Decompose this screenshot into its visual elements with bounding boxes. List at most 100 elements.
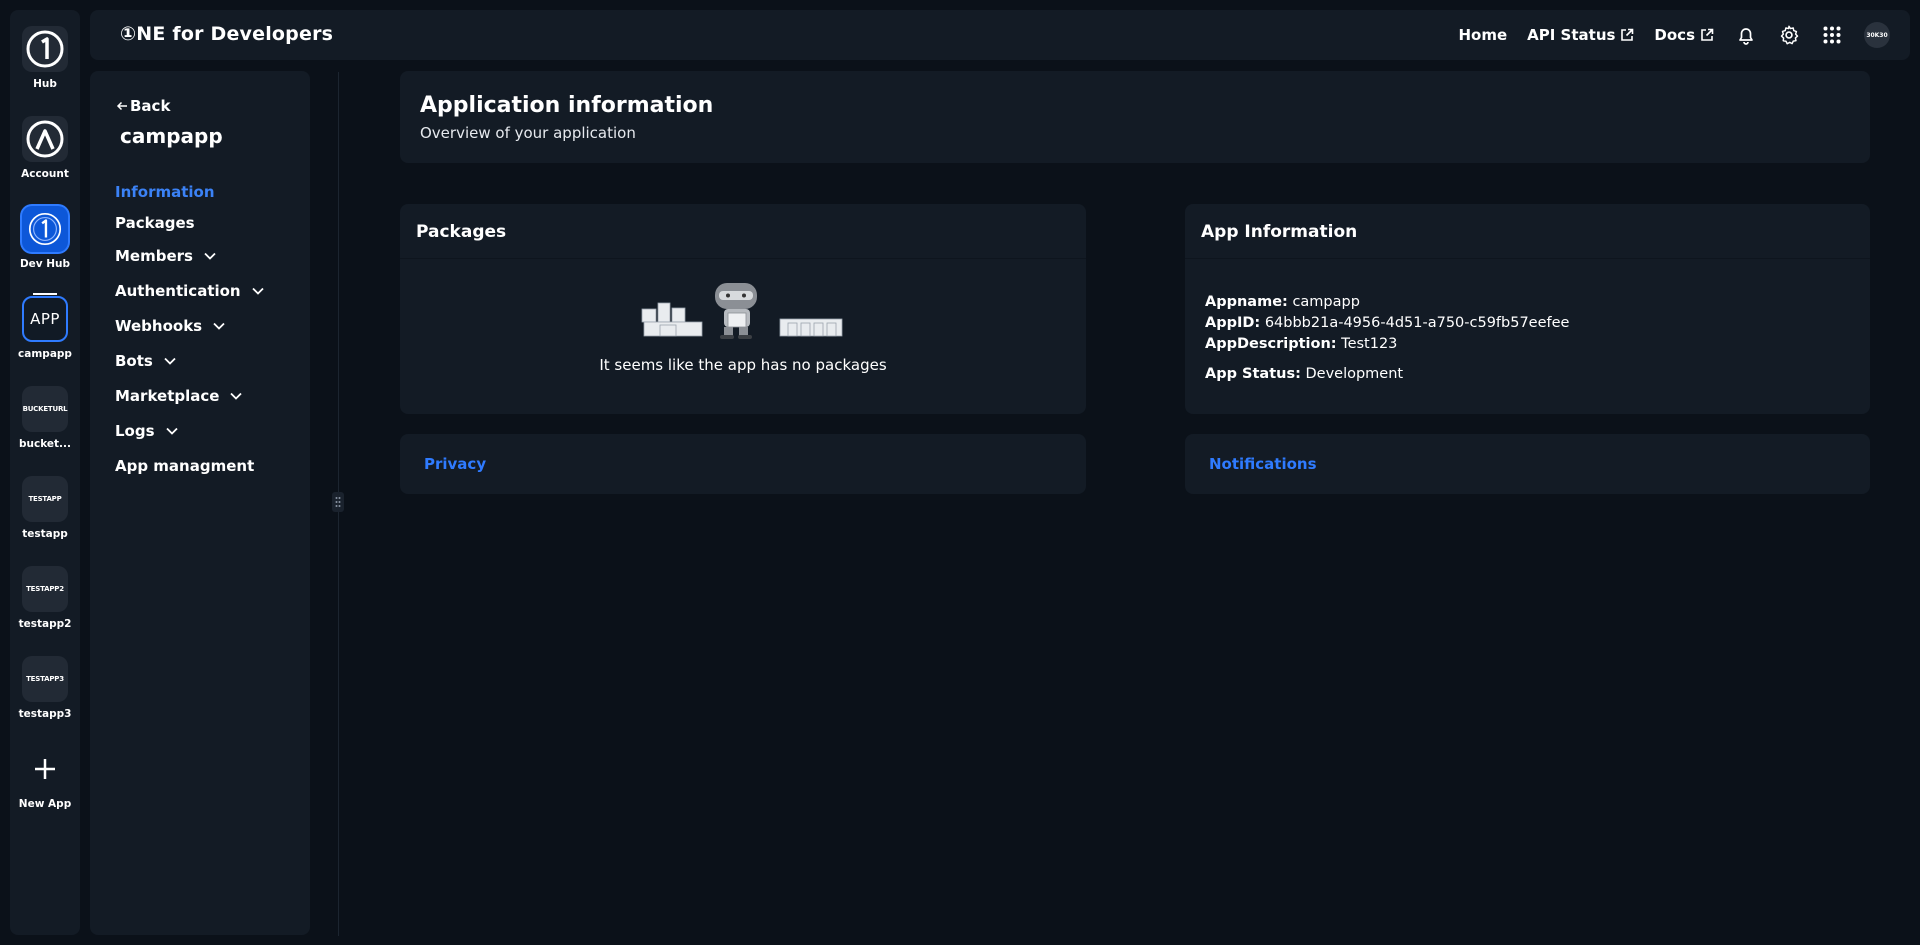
notifications-link[interactable]: Notifications	[1209, 455, 1317, 473]
menu-item-label: App managment	[115, 456, 255, 475]
nav-api-status-link[interactable]: API Status	[1527, 26, 1634, 44]
bell-icon[interactable]	[1736, 25, 1756, 45]
app-rail: Hub Account Dev Hub APP campapp BUCKETUR…	[10, 10, 80, 935]
empty-state-text: It seems like the app has no packages	[599, 356, 887, 374]
rail-label: campapp	[18, 348, 72, 360]
privacy-link[interactable]: Privacy	[424, 455, 486, 473]
empty-packages-illustration	[641, 283, 843, 339]
app-tile: TESTAPP2	[22, 566, 68, 612]
apps-grid-icon[interactable]	[1822, 25, 1842, 45]
appname-row: Appname: campapp	[1205, 292, 1569, 313]
description-value: Test123	[1341, 336, 1398, 352]
app-side-menu: Back campapp Information Packages Member…	[90, 71, 310, 935]
top-bar: ①NE for Developers Home API Status Docs …	[90, 10, 1910, 60]
menu-item-bots[interactable]: Bots	[115, 343, 265, 378]
app-title: campapp	[120, 124, 223, 148]
app-tile: BUCKETURL	[22, 386, 68, 432]
rail-item-hub[interactable]: Hub	[10, 26, 80, 90]
rail-label: Account	[21, 168, 69, 180]
chevron-down-icon	[164, 357, 176, 365]
arrow-left-icon	[116, 101, 127, 111]
status-label: App Status:	[1205, 366, 1301, 382]
rail-item-testapp2[interactable]: TESTAPP2 testapp2	[10, 566, 80, 630]
menu-item-information[interactable]: Information	[115, 176, 265, 207]
privacy-card: Privacy	[400, 434, 1086, 494]
avatar[interactable]: 30K30	[1864, 22, 1890, 48]
rail-label: New App	[18, 798, 72, 810]
rail-item-bucketurl[interactable]: BUCKETURL bucket...	[10, 386, 80, 450]
resize-handle[interactable]	[332, 492, 344, 512]
appid-label: AppID:	[1205, 315, 1261, 331]
menu-item-webhooks[interactable]: Webhooks	[115, 308, 265, 343]
rail-label: Hub	[33, 78, 57, 90]
chevron-down-icon	[204, 252, 216, 260]
nav-home-link[interactable]: Home	[1458, 26, 1507, 44]
chevron-down-icon	[165, 427, 178, 435]
app-tile: APP	[22, 296, 68, 342]
plus-icon	[22, 746, 68, 792]
card-header: App Information	[1185, 204, 1870, 259]
nav-home-label: Home	[1458, 26, 1508, 44]
rail-item-new-app[interactable]: New App	[10, 746, 80, 810]
rail-item-testapp[interactable]: TESTAPP testapp	[10, 476, 80, 540]
packages-title: Packages	[416, 222, 507, 242]
hub-logo-icon	[22, 26, 68, 72]
nav-docs-link[interactable]: Docs	[1654, 26, 1714, 44]
menu-item-label: Packages	[115, 213, 195, 232]
drag-dots-icon	[335, 497, 341, 507]
rail-label: Dev Hub	[19, 258, 71, 270]
gear-icon[interactable]	[1778, 24, 1800, 46]
side-menu-list: Information Packages Members Authenticat…	[115, 176, 265, 483]
menu-item-members[interactable]: Members	[115, 238, 265, 273]
back-label: Back	[130, 97, 171, 115]
rail-item-dev-hub[interactable]: Dev Hub	[10, 206, 80, 270]
top-nav: Home API Status Docs 30K30	[1438, 10, 1890, 60]
menu-item-logs[interactable]: Logs	[115, 413, 265, 448]
back-link[interactable]: Back	[116, 97, 170, 115]
account-logo-icon	[22, 116, 68, 162]
rail-label: testapp2	[18, 618, 72, 630]
card-header: Packages	[400, 204, 1086, 259]
menu-item-app-management[interactable]: App managment	[115, 448, 265, 483]
appid-row: AppID: 64bbb21a-4956-4d51-a750-c59fb57ee…	[1205, 313, 1569, 334]
notifications-card: Notifications	[1185, 434, 1870, 494]
app-info-details: Appname: campapp AppID: 64bbb21a-4956-4d…	[1205, 292, 1569, 385]
rail-label: testapp3	[18, 708, 72, 720]
app-information-card: App Information Appname: campapp AppID: …	[1185, 204, 1870, 414]
status-row: App Status: Development	[1205, 364, 1569, 385]
menu-item-label: Members	[115, 246, 193, 265]
rail-label: bucket...	[18, 438, 72, 450]
rail-label: testapp	[22, 528, 68, 540]
app-tile: TESTAPP3	[22, 656, 68, 702]
rail-item-campapp[interactable]: APP campapp	[10, 296, 80, 360]
app-information-title: App Information	[1201, 222, 1358, 242]
app-tile: TESTAPP	[22, 476, 68, 522]
rail-item-testapp3[interactable]: TESTAPP3 testapp3	[10, 656, 80, 720]
description-row: AppDescription: Test123	[1205, 334, 1569, 355]
page-subtitle: Overview of your application	[420, 124, 636, 142]
nav-api-status-label: API Status	[1527, 26, 1616, 44]
tile-text: TESTAPP	[28, 495, 62, 503]
chevron-down-icon	[213, 322, 225, 330]
tile-text: BUCKETURL	[22, 405, 68, 413]
menu-item-label: Bots	[115, 351, 153, 370]
brand-logo[interactable]: ①NE for Developers	[120, 23, 333, 45]
menu-item-label: Marketplace	[115, 386, 220, 405]
menu-item-authentication[interactable]: Authentication	[115, 273, 265, 308]
tile-text: TESTAPP3	[26, 675, 64, 683]
external-link-icon	[1621, 28, 1634, 41]
menu-item-label: Authentication	[115, 281, 241, 300]
description-label: AppDescription:	[1205, 336, 1337, 352]
nav-docs-label: Docs	[1654, 26, 1695, 44]
page-header: Application information Overview of your…	[400, 71, 1870, 163]
menu-item-marketplace[interactable]: Marketplace	[115, 378, 265, 413]
page-title: Application information	[420, 93, 714, 118]
chevron-down-icon	[230, 392, 243, 400]
menu-item-packages[interactable]: Packages	[115, 207, 265, 238]
chevron-down-icon	[251, 287, 264, 295]
appname-value: campapp	[1292, 294, 1360, 310]
appname-label: Appname:	[1205, 294, 1288, 310]
rail-item-account[interactable]: Account	[10, 116, 80, 180]
packages-card: Packages It seems like the app has no pa…	[400, 204, 1086, 414]
appid-value: 64bbb21a-4956-4d51-a750-c59fb57eefee	[1264, 315, 1570, 331]
